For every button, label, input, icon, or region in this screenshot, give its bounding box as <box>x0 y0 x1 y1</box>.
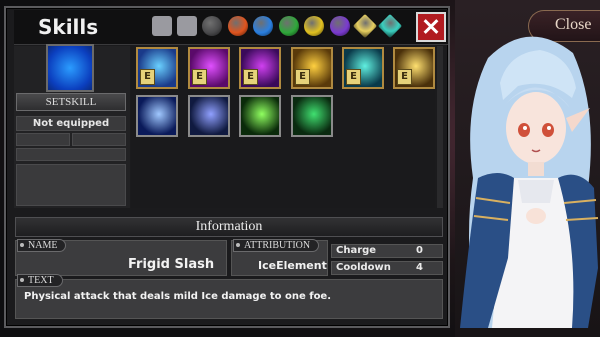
green-arrow-skill-icon[interactable] <box>291 95 333 137</box>
spirit-skill-icon[interactable]: E <box>342 47 384 89</box>
attribution-label: ATTRIBUTION <box>233 239 320 252</box>
dark-element-icon[interactable] <box>202 16 222 36</box>
golden-treasure-skill-icon[interactable]: E <box>291 47 333 89</box>
attribution-value: IceElement <box>258 259 327 272</box>
cooldown-value: 4 <box>416 262 423 273</box>
charge-label: Charge <box>336 245 377 256</box>
setskill-button[interactable]: SETSKILL <box>16 93 126 111</box>
magic-circle-skill-icon[interactable]: E <box>188 47 230 89</box>
staff-filter-icon[interactable] <box>177 16 197 36</box>
equip-status: Not equipped <box>32 118 110 129</box>
equipped-badge: E <box>243 69 258 85</box>
green-slash-skill-icon[interactable] <box>239 95 281 137</box>
cooldown-label: Cooldown <box>336 262 391 273</box>
window-title: Skills <box>38 15 99 39</box>
close-button[interactable] <box>416 12 446 42</box>
water-element-icon[interactable] <box>253 16 273 36</box>
skill-description: Physical attack that deals mild Ice dama… <box>24 291 332 302</box>
equip-slot-c[interactable] <box>16 148 126 161</box>
arcane-burst-skill-icon[interactable]: E <box>239 47 281 89</box>
equipped-badge: E <box>346 69 361 85</box>
charge-value: 0 <box>416 245 423 256</box>
name-label: NAME <box>17 239 67 252</box>
skill-grid-scrollbar[interactable] <box>437 46 443 208</box>
equip-slot-a[interactable] <box>16 133 70 146</box>
equipped-badge: E <box>295 69 310 85</box>
equip-slot-d[interactable] <box>16 164 126 206</box>
fire-element-icon[interactable] <box>228 16 248 36</box>
equipped-badge: E <box>192 69 207 85</box>
sword-filter-icon[interactable] <box>152 16 172 36</box>
selected-skill-icon[interactable] <box>48 46 92 90</box>
holy-cross-skill-icon[interactable]: E <box>393 47 435 89</box>
eye-pyramid-skill-icon[interactable] <box>188 95 230 137</box>
equipped-badge: E <box>397 69 412 85</box>
skill-name: Frigid Slash <box>128 257 215 272</box>
thunder-element-icon[interactable] <box>304 16 324 36</box>
equip-slot-b[interactable] <box>72 133 126 146</box>
crescent-moon-skill-icon[interactable] <box>136 95 178 137</box>
character-portrait <box>460 36 599 329</box>
ice-sword-skill-icon[interactable]: E <box>136 47 178 89</box>
text-label: TEXT <box>17 274 63 287</box>
information-header: Information <box>15 217 443 237</box>
wind-element-icon[interactable] <box>279 16 299 36</box>
equipped-badge: E <box>140 69 155 85</box>
poison-element-icon[interactable] <box>330 16 350 36</box>
